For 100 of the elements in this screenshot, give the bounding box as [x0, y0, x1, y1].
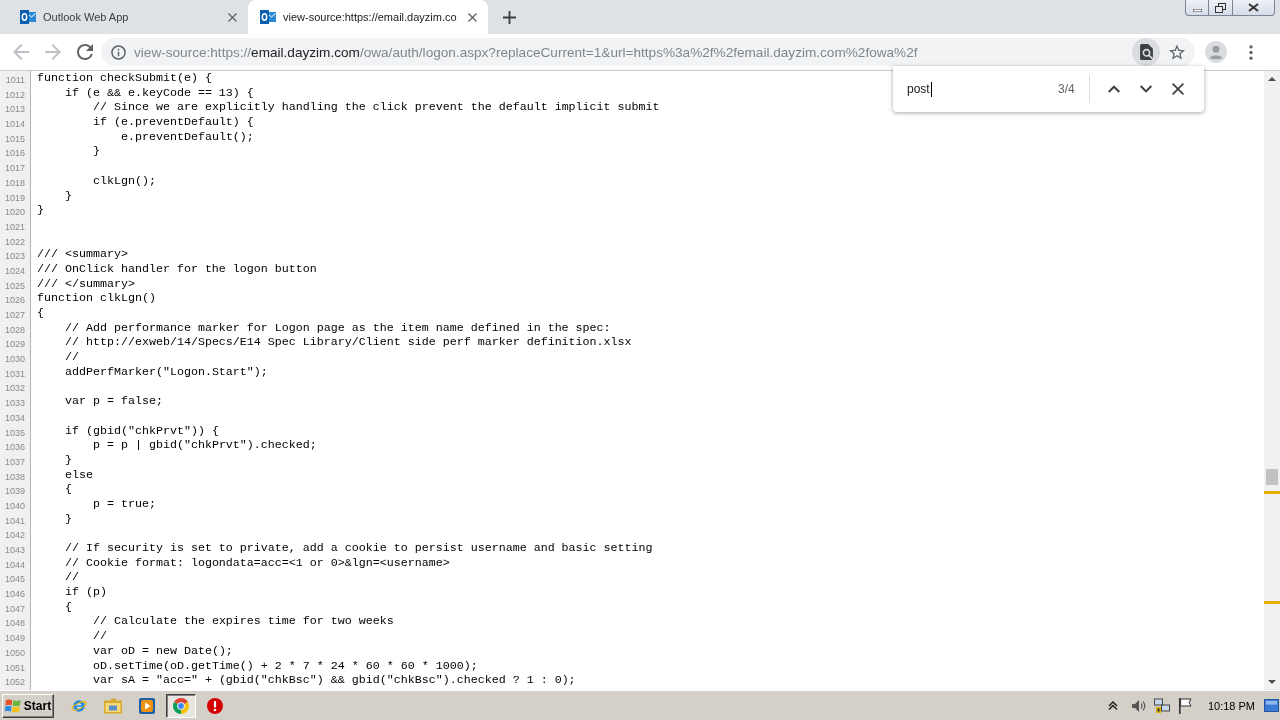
reload-icon [77, 44, 93, 60]
star-icon [1169, 44, 1185, 60]
mail-app-icon [20, 10, 36, 24]
close-icon [1171, 83, 1184, 95]
alert-icon [207, 697, 223, 714]
taskbar-app-button[interactable] [166, 693, 196, 718]
code-line: /// </summary> [37, 276, 135, 291]
code-line: // [65, 350, 79, 365]
address-bar[interactable]: view-source:https://email.dayzim.com/owa/auth/logon.aspx?replaceCurrent=1&url=https%3a%2f%2femail.dayzim.com%2fowa%2f [101, 38, 1195, 66]
browser-tab[interactable]: Outlook Web App [8, 0, 248, 34]
code-line: // Add performance marker for Logon page as the item name defined in the spec: [65, 320, 611, 335]
chevron-up-icon [1107, 85, 1120, 93]
code-line: if (gbid("chkPrvt")) { [65, 423, 219, 438]
match-marker-icon [1264, 490, 1280, 494]
browser-tab[interactable]: view-source:https://email.dayzim.co [248, 0, 488, 34]
code-line: // [92, 629, 107, 644]
line-number: 1027 [4, 310, 25, 320]
code-line: if (e.preventDefault) { [92, 115, 254, 130]
code-line: oD.setTime(oD.getTime() + 2 * 7 * 24 * 60 * 60 * 1000); [92, 658, 478, 673]
play-icon [139, 697, 155, 714]
close-icon [1248, 3, 1259, 12]
code-line: p = true; [92, 496, 156, 511]
line-number: 1041 [4, 515, 25, 526]
code-line: { [37, 306, 44, 320]
find-in-page-button[interactable] [1132, 38, 1160, 66]
line-number: 1033 [4, 398, 25, 409]
line-number: 1024 [4, 265, 25, 276]
find-in-page-icon [1139, 44, 1153, 60]
code-line: { [65, 599, 72, 614]
code-line: function checkSubmit(e) { [37, 71, 212, 85]
windows-flag-icon [4, 697, 21, 714]
code-line: if (p) [65, 585, 107, 600]
code-line: // http://exweb/14/Specs/E14 Spec Library/Client side perf marker definition.xlsx [65, 335, 632, 350]
line-number: 1042 [4, 530, 25, 541]
restore-button[interactable] [1209, 0, 1233, 16]
code-line: if (e && e.keyCode == 13) { [65, 85, 254, 100]
line-number: 1048 [4, 618, 25, 629]
scroll-up-arrow-icon[interactable] [1268, 77, 1276, 81]
flag-icon[interactable] [1176, 697, 1193, 714]
minimize-icon [1192, 8, 1202, 12]
code-line: /// OnClick handler for the logon button [37, 261, 317, 276]
network-icon[interactable] [1153, 697, 1170, 714]
back-arrow-icon [13, 44, 29, 60]
code-line: // Since we are explicitly handling the click prevent the default implicit submit [92, 100, 660, 115]
line-number: 1052 [4, 677, 25, 688]
code-line: function clkLgn() [37, 291, 156, 306]
scroll-down-arrow-icon[interactable] [1268, 680, 1276, 684]
chevron-down-icon [1139, 85, 1152, 93]
forward-arrow-icon [45, 44, 61, 60]
line-number: 1051 [4, 662, 25, 673]
line-number: 1043 [4, 545, 25, 555]
line-number: 1022 [4, 236, 25, 247]
line-number: 1025 [4, 280, 25, 291]
line-number: 1045 [4, 574, 25, 585]
line-number: 1015 [4, 133, 25, 144]
code-line: // [65, 570, 79, 585]
line-number: 1049 [4, 633, 25, 644]
avatar-icon [1205, 41, 1227, 63]
code-line: } [65, 452, 72, 467]
plus-icon [502, 10, 516, 24]
match-count: 3/4 [1058, 82, 1075, 96]
line-number: 1034 [4, 412, 25, 423]
code-line: addPerfMarker("Logon.Start"); [65, 364, 268, 379]
find-input[interactable]: post [907, 77, 1047, 101]
show-desktop-icon[interactable] [1264, 699, 1279, 712]
start-button[interactable]: Start [2, 693, 54, 718]
scrollbar-thumb[interactable] [1266, 468, 1278, 485]
line-number: 1046 [4, 589, 25, 600]
menu-icon [1249, 44, 1253, 60]
line-number: 1014 [4, 119, 25, 130]
close-icon [467, 12, 477, 22]
code-line: else [65, 467, 93, 482]
code-line: var p = false; [65, 394, 163, 409]
chevron-up-icon[interactable] [1107, 701, 1118, 710]
code-line: } [65, 188, 72, 203]
line-number: 1023 [4, 251, 25, 262]
line-number: 1036 [4, 442, 25, 453]
line-number: 1028 [4, 324, 25, 335]
code-line: { [65, 482, 72, 497]
mail-app-icon [260, 10, 276, 24]
line-number: 1040 [4, 500, 25, 511]
line-number: 1019 [4, 192, 25, 203]
match-marker-icon [1264, 601, 1280, 605]
line-number: 1011 [5, 75, 25, 85]
close-button[interactable] [1233, 0, 1275, 16]
line-number: 1026 [4, 295, 25, 306]
code-line: var oD = new Date(); [92, 643, 233, 658]
code-line: // Calculate the expires time for two weeks [92, 614, 394, 629]
folder-icon [104, 697, 122, 714]
code-line: p = p | gbid("chkPrvt").checked; [92, 438, 317, 453]
restore-icon [1215, 2, 1226, 13]
code-line: } [65, 511, 72, 526]
line-number: 1032 [4, 383, 25, 394]
line-number: 1031 [4, 368, 25, 379]
line-number: 1020 [4, 207, 25, 218]
line-number: 1050 [4, 647, 25, 658]
line-number: 1038 [4, 471, 25, 482]
code-line: } [92, 144, 100, 159]
code-line: clkLgn(); [92, 173, 156, 188]
profile-button[interactable] [1202, 38, 1230, 66]
